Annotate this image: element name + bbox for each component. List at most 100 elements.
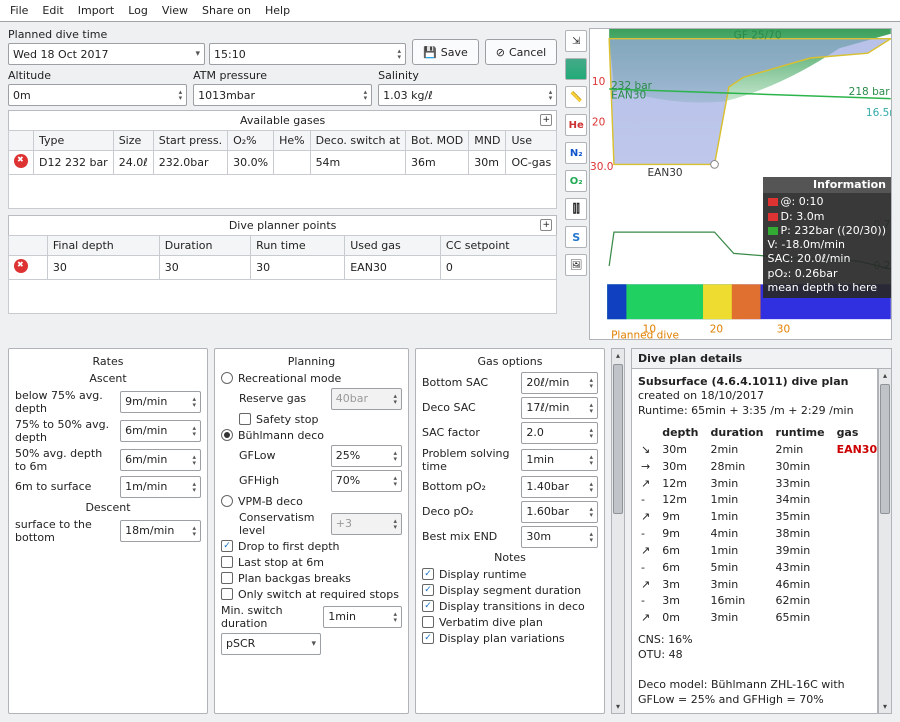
gas-switch[interactable]: 54m: [310, 151, 405, 175]
gas-row[interactable]: D12 232 bar 24.0ℓ 232.0bar 30.0% 54m 36m…: [9, 151, 557, 175]
pt-cc[interactable]: 0: [440, 256, 556, 280]
tool-o2-icon[interactable]: O₂: [565, 170, 587, 192]
decopo2-label: Deco pO₂: [422, 505, 515, 518]
pscr-combo[interactable]: pSCR▾: [221, 633, 321, 655]
delete-icon[interactable]: [14, 259, 28, 273]
gas-size[interactable]: 24.0ℓ: [113, 151, 153, 175]
tool-profile-icon[interactable]: [565, 58, 587, 80]
tool-he-icon[interactable]: He: [565, 114, 587, 136]
ascent-1-label: 75% to 50% avg. depth: [15, 418, 114, 444]
note-segment-check[interactable]: Display segment duration: [422, 584, 598, 597]
date-combo[interactable]: Wed 18 Oct 2017 ▾: [8, 43, 205, 65]
sacfactor-label: SAC factor: [422, 426, 515, 439]
details-cns: CNS: 16%: [638, 633, 871, 648]
bestmix-label: Best mix END: [422, 530, 515, 543]
tool-photo-icon[interactable]: 🖼: [565, 254, 587, 276]
gas-mnd[interactable]: 30m: [469, 151, 506, 175]
menu-help[interactable]: Help: [265, 4, 290, 17]
menu-import[interactable]: Import: [78, 4, 115, 17]
atm-spin[interactable]: 1013mbar ▴▾: [193, 84, 372, 106]
tool-bar-icon[interactable]: ⫿⫿: [565, 198, 587, 220]
deco-row: →30m28min30min: [638, 459, 878, 476]
gflow-spin[interactable]: 25%▴▾: [331, 445, 402, 467]
altitude-spin[interactable]: 0m ▴▾: [8, 84, 187, 106]
ascent-1-spin[interactable]: 6m/min▴▾: [120, 420, 201, 442]
botpo2-spin[interactable]: 1.40bar▴▾: [521, 476, 598, 498]
gases-header: Available gases +: [8, 110, 557, 130]
minswitch-spin[interactable]: 1min▴▾: [323, 606, 402, 628]
gas-o2[interactable]: 30.0%: [228, 151, 274, 175]
tool-ruler-icon[interactable]: 📏: [565, 86, 587, 108]
cons-spin: +3▴▾: [331, 513, 402, 535]
dive-profile-graph[interactable]: 10 20 30.0 GF 25/70 232 bar EAN30 218 ba…: [589, 28, 892, 340]
tool-scale-icon[interactable]: ⇲: [565, 30, 587, 52]
gas-type[interactable]: D12 232 bar: [34, 151, 114, 175]
add-point-button[interactable]: +: [540, 219, 552, 231]
salinity-spin[interactable]: 1.03 kg/ℓ ▴▾: [378, 84, 557, 106]
planning-panel: Planning Recreational mode Reserve gas40…: [214, 348, 409, 715]
rates-title: Rates: [15, 355, 201, 368]
ascent-0-spin[interactable]: 9m/min▴▾: [120, 391, 201, 413]
pt-col-gas: Used gas: [345, 236, 441, 256]
middle-scrollbar[interactable]: ▴ ▾: [611, 348, 625, 715]
recreational-radio[interactable]: Recreational mode: [221, 372, 402, 385]
bestmix-spin[interactable]: 30m▴▾: [521, 526, 598, 548]
gas-use[interactable]: OC-gas: [506, 151, 557, 175]
vpm-radio[interactable]: VPM-B deco: [221, 495, 402, 508]
ascent-2-spin[interactable]: 6m/min▴▾: [120, 449, 201, 471]
tool-s-icon[interactable]: S: [565, 226, 587, 248]
scroll-thumb[interactable]: [613, 364, 623, 514]
menu-file[interactable]: File: [10, 4, 28, 17]
menu-share[interactable]: Share on: [202, 4, 251, 17]
pt-depth[interactable]: 30: [47, 256, 159, 280]
ascent-3-spin[interactable]: 1m/min▴▾: [120, 476, 201, 498]
sacfactor-spin[interactable]: 2.0▴▾: [521, 422, 598, 444]
botsac-spin[interactable]: 20ℓ/min▴▾: [521, 372, 598, 394]
buhlmann-radio[interactable]: Bühlmann deco: [221, 429, 402, 442]
scroll-down-icon[interactable]: ▾: [612, 699, 624, 713]
gas-col-size: Size: [113, 131, 153, 151]
note-runtime-check[interactable]: Display runtime: [422, 568, 598, 581]
descent-spin[interactable]: 18m/min▴▾: [120, 520, 201, 542]
decopo2-spin[interactable]: 1.60bar▴▾: [521, 501, 598, 523]
delete-icon[interactable]: [14, 154, 28, 168]
tool-n2-icon[interactable]: N₂: [565, 142, 587, 164]
deco-row: ↗3m3min46min: [638, 577, 878, 594]
last6-check[interactable]: Last stop at 6m: [221, 556, 402, 569]
menu-log[interactable]: Log: [128, 4, 148, 17]
graph-toolbar: ⇲ 📏 He N₂ O₂ ⫿⫿ S 🖼: [565, 28, 589, 340]
gas-col-start: Start press.: [153, 131, 227, 151]
save-button[interactable]: 💾 Save: [412, 39, 479, 65]
gflow-label: GFLow: [239, 449, 325, 462]
note-verbatim-check[interactable]: Verbatim dive plan: [422, 616, 598, 629]
scroll-down-icon[interactable]: ▾: [879, 699, 891, 713]
altitude-label: Altitude: [8, 69, 187, 82]
details-created: created on 18/10/2017: [638, 389, 871, 404]
decosac-spin[interactable]: 17ℓ/min▴▾: [521, 397, 598, 419]
scroll-up-icon[interactable]: ▴: [879, 369, 891, 383]
drop-check[interactable]: Drop to first depth: [221, 540, 402, 553]
gas-start[interactable]: 232.0bar: [153, 151, 227, 175]
menu-view[interactable]: View: [162, 4, 188, 17]
point-row[interactable]: 30 30 30 EAN30 0: [9, 256, 557, 280]
gfhigh-spin[interactable]: 70%▴▾: [331, 470, 402, 492]
backgas-check[interactable]: Plan backgas breaks: [221, 572, 402, 585]
add-gas-button[interactable]: +: [540, 114, 552, 126]
pt-run[interactable]: 30: [251, 256, 345, 280]
probtime-spin[interactable]: 1min▴▾: [521, 449, 598, 471]
pt-dur[interactable]: 30: [159, 256, 250, 280]
note-trans-check[interactable]: Display transitions in deco: [422, 600, 598, 613]
safety-check[interactable]: Safety stop: [221, 413, 402, 426]
onlyswitch-check[interactable]: Only switch at required stops: [221, 588, 402, 601]
scroll-up-icon[interactable]: ▴: [612, 349, 624, 363]
pt-gas[interactable]: EAN30: [345, 256, 441, 280]
scroll-thumb[interactable]: [880, 384, 890, 514]
cancel-button[interactable]: ⊘ Cancel: [485, 39, 557, 65]
time-spin[interactable]: 15:10 ▴▾: [209, 43, 406, 65]
note-variations-check[interactable]: Display plan variations: [422, 632, 598, 645]
pt-col-del: [9, 236, 48, 256]
gas-he[interactable]: [274, 151, 311, 175]
gas-mod[interactable]: 36m: [406, 151, 469, 175]
menu-edit[interactable]: Edit: [42, 4, 63, 17]
details-scrollbar[interactable]: ▴ ▾: [878, 368, 892, 715]
